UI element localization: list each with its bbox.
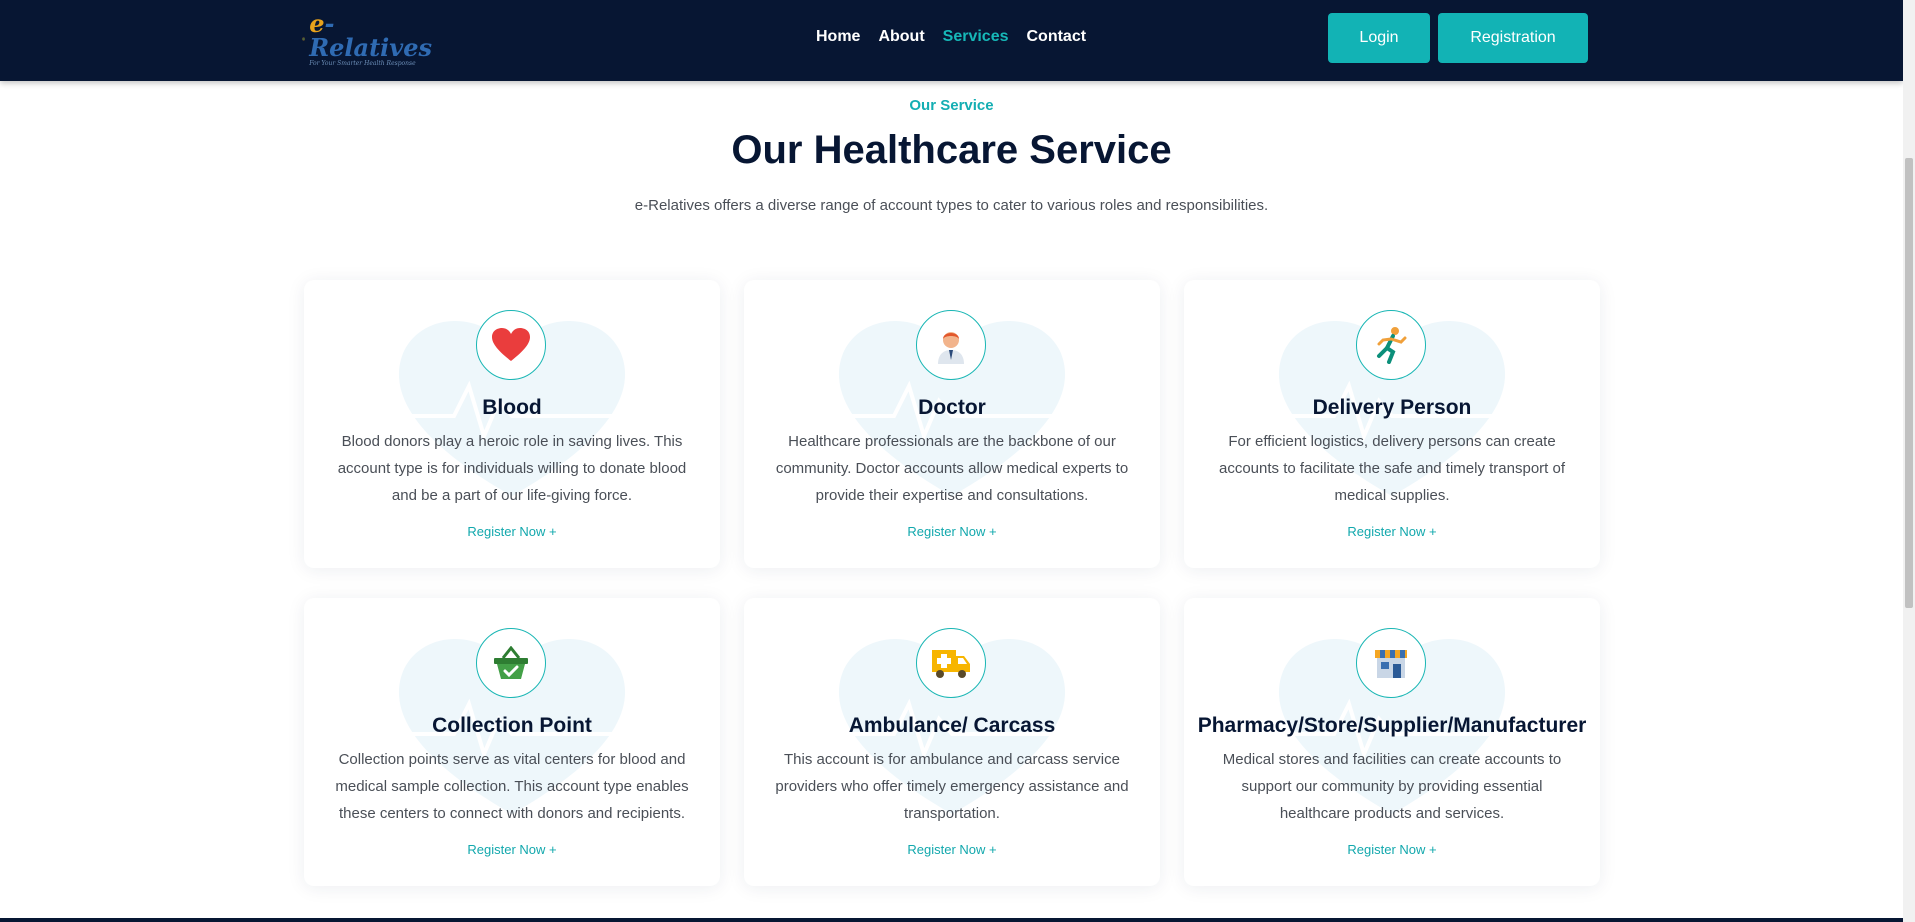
card-description: Medical stores and facilities can create…: [1222, 751, 1562, 822]
main-nav: Home About Services Contact: [816, 28, 1104, 46]
service-card-pharmacy: Pharmacy/Store/Supplier/Manufacturer Med…: [1184, 598, 1600, 886]
heart-icon: [492, 328, 530, 361]
service-card-doctor: Doctor Healthcare professionals are the …: [744, 280, 1160, 568]
logo-text: e-Relatives For Your Smarter Health Resp…: [309, 8, 432, 67]
service-icon-wrap: [1356, 310, 1426, 380]
service-icon-wrap: [476, 310, 546, 380]
top-navbar: e-Relatives For Your Smarter Health Resp…: [0, 0, 1903, 81]
register-now-link[interactable]: Register Now +: [304, 842, 720, 857]
store-icon: [1375, 650, 1407, 678]
section-eyebrow: Our Service: [909, 97, 994, 114]
logo-emblem-icon: [302, 37, 306, 41]
doctor-icon: [938, 332, 964, 364]
nav-link-contact[interactable]: Contact: [1027, 28, 1087, 46]
card-title: Pharmacy/Store/Supplier/Manufacturer: [1197, 714, 1587, 737]
register-now-link[interactable]: Register Now +: [304, 524, 720, 539]
register-now-link[interactable]: Register Now +: [744, 842, 1160, 857]
card-title: Blood: [482, 396, 542, 419]
login-button[interactable]: Login: [1328, 13, 1430, 63]
card-title: Doctor: [918, 396, 986, 419]
basket-icon: [494, 646, 528, 679]
nav-link-about[interactable]: About: [878, 28, 924, 46]
card-title: Ambulance/ Carcass: [848, 714, 1056, 737]
footer-edge: [0, 918, 1903, 922]
card-title: Collection Point: [432, 714, 592, 737]
page-scrollbar-thumb[interactable]: [1905, 158, 1913, 608]
card-title: Delivery Person: [1312, 396, 1472, 419]
site-logo[interactable]: e-Relatives For Your Smarter Health Resp…: [302, 11, 432, 66]
logo-word: -Relatives: [309, 8, 432, 62]
service-icon-wrap: [1356, 628, 1426, 698]
card-description: Collection points serve as vital centers…: [335, 751, 689, 822]
service-icon-wrap: [916, 310, 986, 380]
runner-icon: [1377, 327, 1407, 364]
nav-link-home[interactable]: Home: [816, 28, 860, 46]
section-heading: Our Healthcare Service: [731, 128, 1172, 172]
registration-button[interactable]: Registration: [1438, 13, 1588, 63]
register-now-link[interactable]: Register Now +: [744, 524, 1160, 539]
service-icon-wrap: [916, 628, 986, 698]
nav-link-services[interactable]: Services: [943, 28, 1009, 46]
ambulance-icon: [932, 650, 970, 678]
card-description: Healthcare professionals are the backbon…: [775, 433, 1129, 504]
service-card-delivery-person: Delivery Person For efficient logistics,…: [1184, 280, 1600, 568]
service-card-collection-point: Collection Point Collection points serve…: [304, 598, 720, 886]
register-now-link[interactable]: Register Now +: [1184, 524, 1600, 539]
register-now-link[interactable]: Register Now +: [1184, 842, 1600, 857]
card-description: Blood donors play a heroic role in savin…: [337, 433, 687, 504]
service-card-ambulance: Ambulance/ Carcass This account is for a…: [744, 598, 1160, 886]
service-card-blood: Blood Blood donors play a heroic role in…: [304, 280, 720, 568]
card-description: This account is for ambulance and carcas…: [775, 751, 1129, 822]
logo-tagline: For Your Smarter Health Response: [309, 59, 416, 67]
service-icon-wrap: [476, 628, 546, 698]
section-lead: e-Relatives offers a diverse range of ac…: [634, 197, 1269, 214]
card-description: For efficient logistics, delivery person…: [1218, 433, 1566, 504]
